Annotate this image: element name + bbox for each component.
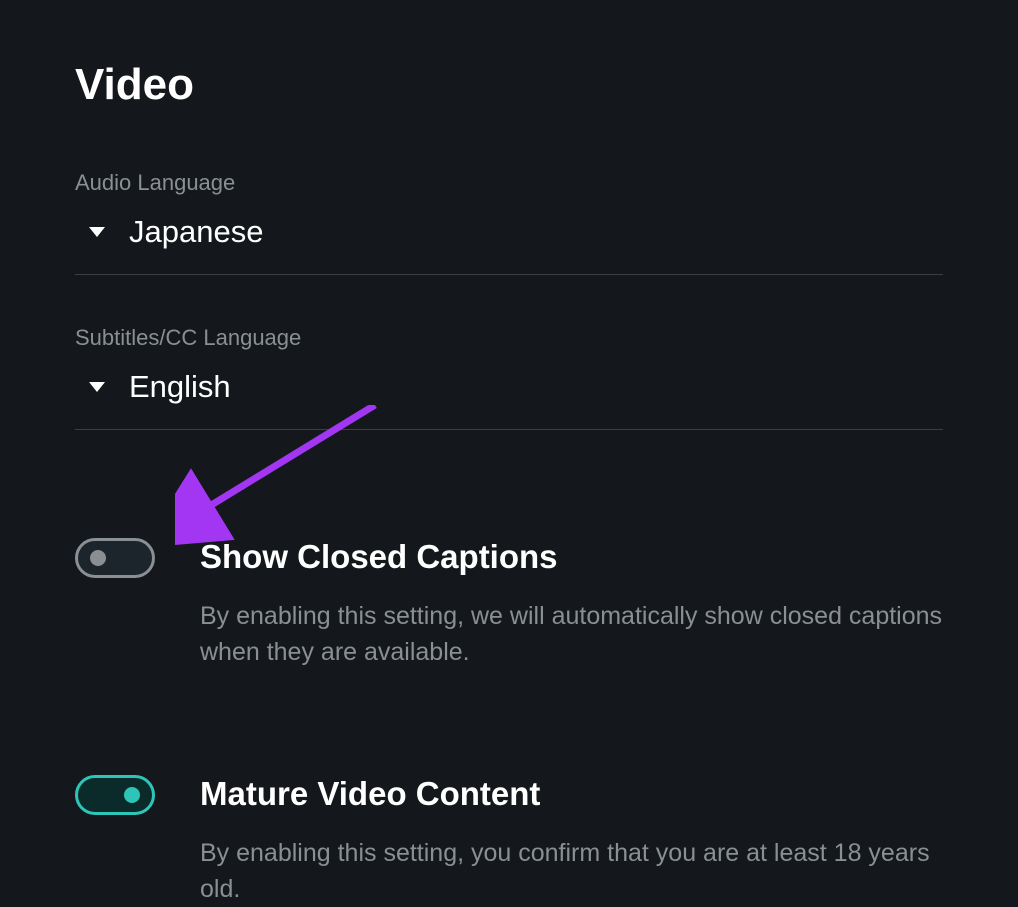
page-title: Video (75, 60, 943, 110)
audio-language-label: Audio Language (75, 170, 943, 196)
mature-content-toggle[interactable] (75, 775, 155, 815)
subtitles-language-field: Subtitles/CC Language English (75, 325, 943, 430)
caret-down-icon (89, 382, 105, 392)
audio-language-dropdown[interactable]: Japanese (75, 214, 943, 275)
mature-content-description: By enabling this setting, you confirm th… (200, 835, 943, 907)
subtitles-language-dropdown[interactable]: English (75, 369, 943, 430)
caret-down-icon (89, 227, 105, 237)
closed-captions-title: Show Closed Captions (200, 538, 943, 576)
toggle-knob (124, 787, 140, 803)
audio-language-field: Audio Language Japanese (75, 170, 943, 275)
closed-captions-content: Show Closed Captions By enabling this se… (200, 538, 943, 671)
mature-content-content: Mature Video Content By enabling this se… (200, 775, 943, 907)
closed-captions-description: By enabling this setting, we will automa… (200, 598, 943, 671)
mature-content-row: Mature Video Content By enabling this se… (75, 775, 943, 907)
subtitles-language-value: English (129, 369, 231, 405)
subtitles-language-label: Subtitles/CC Language (75, 325, 943, 351)
mature-content-title: Mature Video Content (200, 775, 943, 813)
closed-captions-toggle[interactable] (75, 538, 155, 578)
closed-captions-row: Show Closed Captions By enabling this se… (75, 538, 943, 671)
audio-language-value: Japanese (129, 214, 263, 250)
toggle-knob (90, 550, 106, 566)
